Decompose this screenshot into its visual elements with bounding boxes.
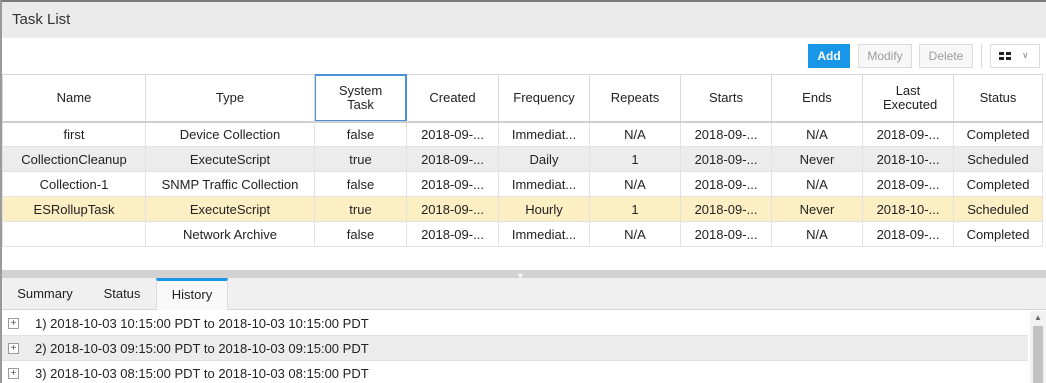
- page-title: Task List: [12, 11, 71, 28]
- column-header-system-task-label: System Task: [338, 82, 383, 112]
- column-header-status[interactable]: Status: [953, 74, 1043, 122]
- cell-type: SNMP Traffic Collection: [145, 171, 315, 197]
- cell-system-task: false: [314, 221, 407, 247]
- column-header-starts[interactable]: Starts: [680, 74, 772, 122]
- cell-repeats: N/A: [589, 120, 681, 147]
- cell-repeats: N/A: [589, 221, 681, 247]
- modify-button[interactable]: Modify: [858, 44, 912, 68]
- cell-status: Completed: [953, 120, 1043, 147]
- history-item-label: 3) 2018-10-03 08:15:00 PDT to 2018-10-03…: [35, 366, 369, 381]
- cell-last-executed: 2018-09-...: [862, 171, 954, 197]
- history-item[interactable]: + 1) 2018-10-03 10:15:00 PDT to 2018-10-…: [2, 311, 1028, 336]
- column-header-type[interactable]: Type: [145, 74, 315, 122]
- chevron-down-icon: ∨: [1022, 50, 1029, 60]
- column-header-system-task[interactable]: System Task: [314, 74, 407, 122]
- cell-type: ExecuteScript: [145, 196, 315, 222]
- cell-created: 2018-09-...: [406, 120, 499, 147]
- history-item-label: 1) 2018-10-03 10:15:00 PDT to 2018-10-03…: [35, 316, 369, 331]
- column-header-ends[interactable]: Ends: [771, 74, 863, 122]
- cell-starts: 2018-09-...: [680, 171, 772, 197]
- cell-type: ExecuteScript: [145, 146, 315, 172]
- add-button[interactable]: Add: [808, 44, 850, 68]
- cell-system-task: false: [314, 120, 407, 147]
- cell-created: 2018-09-...: [406, 221, 499, 247]
- toolbar-divider: [981, 44, 982, 68]
- toolbar: Add Modify Delete ∨: [2, 38, 1046, 74]
- cell-starts: 2018-09-...: [680, 196, 772, 222]
- cell-starts: 2018-09-...: [680, 120, 772, 147]
- cell-last-executed: 2018-09-...: [862, 221, 954, 247]
- cell-starts: 2018-09-...: [680, 146, 772, 172]
- cell-system-task: true: [314, 196, 407, 222]
- cell-repeats: 1: [589, 146, 681, 172]
- history-item-label: 2) 2018-10-03 09:15:00 PDT to 2018-10-03…: [35, 341, 369, 356]
- cell-frequency: Immediat...: [498, 120, 590, 147]
- history-scrollbar[interactable]: ▲: [1030, 311, 1046, 383]
- cell-last-executed: 2018-10-...: [862, 146, 954, 172]
- cell-name: ESRollupTask: [2, 196, 146, 222]
- grid-icon: [999, 52, 1012, 61]
- table-row[interactable]: first Device Collection false 2018-09-..…: [2, 120, 1043, 147]
- table-row-selected[interactable]: ESRollupTask ExecuteScript true 2018-09-…: [2, 196, 1043, 222]
- tab-summary[interactable]: Summary: [2, 278, 88, 310]
- tab-status[interactable]: Status: [88, 278, 156, 310]
- column-header-last-executed[interactable]: Last Executed: [862, 74, 954, 122]
- history-list: + 1) 2018-10-03 10:15:00 PDT to 2018-10-…: [2, 311, 1046, 383]
- panel-splitter[interactable]: ▼: [2, 270, 1046, 281]
- expand-icon[interactable]: +: [8, 343, 19, 354]
- task-table: Name Type System Task Created Frequency …: [2, 74, 1043, 247]
- cell-type: Device Collection: [145, 120, 315, 147]
- column-header-last-executed-label: Last Executed: [883, 82, 938, 112]
- cell-created: 2018-09-...: [406, 146, 499, 172]
- cell-status: Completed: [953, 221, 1043, 247]
- cell-repeats: N/A: [589, 171, 681, 197]
- table-row[interactable]: Collection-1 SNMP Traffic Collection fal…: [2, 171, 1043, 197]
- cell-ends: Never: [771, 146, 863, 172]
- tab-history[interactable]: History: [156, 278, 228, 310]
- table-row[interactable]: Network Archive false 2018-09-... Immedi…: [2, 221, 1043, 247]
- history-item[interactable]: + 2) 2018-10-03 09:15:00 PDT to 2018-10-…: [2, 336, 1028, 361]
- column-header-repeats[interactable]: Repeats: [589, 74, 681, 122]
- cell-frequency: Immediat...: [498, 221, 590, 247]
- delete-button[interactable]: Delete: [919, 44, 973, 68]
- cell-name: first: [2, 120, 146, 147]
- table-header-row: Name Type System Task Created Frequency …: [2, 74, 1043, 122]
- cell-starts: 2018-09-...: [680, 221, 772, 247]
- cell-last-executed: 2018-09-...: [862, 120, 954, 147]
- cell-status: Completed: [953, 171, 1043, 197]
- scrollbar-thumb[interactable]: [1033, 326, 1043, 383]
- title-bar: Task List: [2, 2, 1046, 38]
- column-header-frequency[interactable]: Frequency: [498, 74, 590, 122]
- cell-ends: N/A: [771, 120, 863, 147]
- cell-ends: N/A: [771, 221, 863, 247]
- scroll-up-icon[interactable]: ▲: [1034, 313, 1042, 322]
- cell-repeats: 1: [589, 196, 681, 222]
- cell-created: 2018-09-...: [406, 171, 499, 197]
- cell-last-executed: 2018-10-...: [862, 196, 954, 222]
- cell-name: CollectionCleanup: [2, 146, 146, 172]
- view-mode-dropdown[interactable]: ∨: [990, 44, 1040, 68]
- cell-ends: Never: [771, 196, 863, 222]
- cell-name: [2, 221, 146, 247]
- cell-status: Scheduled: [953, 146, 1043, 172]
- cell-type: Network Archive: [145, 221, 315, 247]
- column-header-created[interactable]: Created: [406, 74, 499, 122]
- cell-frequency: Hourly: [498, 196, 590, 222]
- cell-system-task: true: [314, 146, 407, 172]
- cell-system-task: false: [314, 171, 407, 197]
- cell-frequency: Daily: [498, 146, 590, 172]
- cell-name: Collection-1: [2, 171, 146, 197]
- table-row[interactable]: CollectionCleanup ExecuteScript true 201…: [2, 146, 1043, 172]
- detail-tabs: Summary Status History: [2, 278, 1046, 310]
- column-header-name[interactable]: Name: [2, 74, 146, 122]
- expand-icon[interactable]: +: [8, 318, 19, 329]
- expand-icon[interactable]: +: [8, 368, 19, 379]
- cell-status: Scheduled: [953, 196, 1043, 222]
- history-item[interactable]: + 3) 2018-10-03 08:15:00 PDT to 2018-10-…: [2, 361, 1028, 383]
- cell-frequency: Immediat...: [498, 171, 590, 197]
- cell-ends: N/A: [771, 171, 863, 197]
- cell-created: 2018-09-...: [406, 196, 499, 222]
